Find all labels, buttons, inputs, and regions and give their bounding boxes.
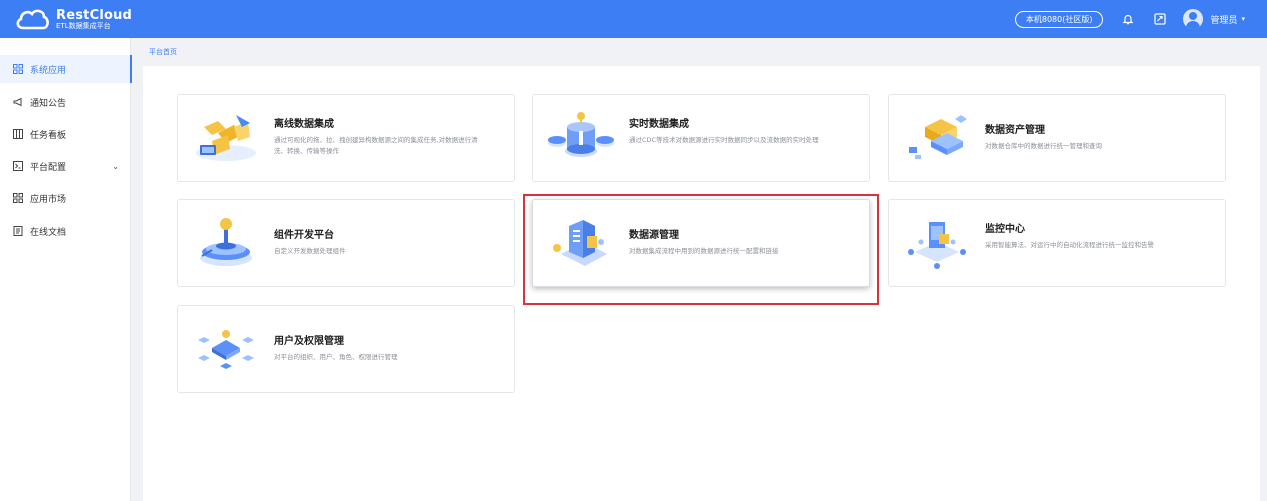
card-title: 实时数据集成: [629, 119, 689, 130]
breadcrumb[interactable]: 平台首页: [149, 47, 177, 57]
brand-subtitle: ETL数据集成平台: [56, 21, 111, 30]
brand-logo[interactable]: RestCloud ETL数据集成平台: [14, 7, 132, 31]
card-description: 采用智能算法、对运行中的自动化流程进行统一监控和告警: [985, 241, 1154, 249]
card-monitoring-center[interactable]: 监控中心 采用智能算法、对运行中的自动化流程进行统一监控和告警: [888, 199, 1226, 287]
card-title: 组件开发平台: [274, 230, 334, 241]
sidebar-item-platform-config[interactable]: 平台配置 ⌄: [0, 152, 131, 180]
card-data-asset-management[interactable]: 数据资产管理 对数据仓库中的数据进行统一管理和查询: [888, 94, 1226, 182]
offline-etl-illustration: [196, 115, 256, 161]
sidebar-item-label: 系统应用: [30, 65, 67, 76]
asset-illustration: [909, 115, 967, 159]
chevron-down-icon[interactable]: ▾: [1241, 15, 1245, 23]
sidebar-item-label: 通知公告: [30, 98, 67, 109]
sidebar-item-task-board[interactable]: 任务看板: [0, 120, 131, 148]
sidebar-item-online-docs[interactable]: 在线文档: [0, 217, 131, 245]
realtime-illustration: [548, 112, 614, 157]
component-illustration: [200, 218, 252, 266]
board-icon: [12, 128, 24, 140]
card-description: 对数据仓库中的数据进行统一管理和查询: [985, 142, 1102, 150]
permission-illustration: [198, 330, 254, 369]
card-title: 数据资产管理: [985, 125, 1045, 136]
highlight-box: [523, 194, 879, 305]
card-offline-integration[interactable]: 离线数据集成 通过可视化的拖、拉、拽创建异构数据源之间的集成任务,对数据进行清洗…: [177, 94, 515, 182]
card-description: 对平台的组织、用户、角色、权限进行管理: [274, 353, 398, 361]
config-icon: [12, 160, 24, 172]
share-icon[interactable]: [1153, 12, 1167, 26]
doc-icon: [12, 225, 24, 237]
avatar[interactable]: [1183, 9, 1204, 29]
version-badge[interactable]: 本机8080(社区版): [1014, 10, 1104, 28]
card-component-development[interactable]: 组件开发平台 自定义开发数据处理组件: [177, 199, 515, 287]
store-icon: [12, 192, 24, 204]
card-title: 监控中心: [985, 224, 1025, 235]
card-title: 离线数据集成: [274, 119, 334, 130]
card-description: 自定义开发数据处理组件: [274, 247, 346, 255]
brand-title: RestCloud: [56, 7, 133, 23]
sidebar-item-label: 应用市场: [30, 194, 67, 205]
user-name[interactable]: 管理员: [1210, 13, 1237, 26]
sidebar-item-label: 任务看板: [30, 130, 67, 141]
sidebar-item-label: 平台配置: [30, 162, 67, 173]
chevron-down-icon[interactable]: ⌄: [112, 162, 119, 171]
card-user-permission-management[interactable]: 用户及权限管理 对平台的组织、用户、角色、权限进行管理: [177, 305, 515, 393]
card-description: 通过可视化的拖、拉、拽创建异构数据源之间的集成任务,对数据进行清洗、转换、传输等…: [274, 136, 478, 155]
bell-icon[interactable]: [1121, 12, 1135, 26]
sidebar: 系统应用 通知公告 任务看板 平台配置 ⌄ 应用市场 在线文档: [0, 38, 132, 501]
megaphone-icon: [12, 96, 24, 108]
sidebar-item-notices[interactable]: 通知公告: [0, 88, 131, 116]
cloud-logo-icon: [16, 9, 49, 30]
sidebar-item-system-apps[interactable]: 系统应用: [0, 55, 132, 83]
sidebar-item-app-market[interactable]: 应用市场: [0, 184, 131, 212]
monitor-illustration: [908, 222, 966, 269]
sidebar-item-label: 在线文档: [30, 227, 67, 238]
card-description: 通过CDC等技术对数据源进行实时数据同步以及流数据的实时处理: [629, 136, 819, 144]
grid-icon: [12, 63, 24, 75]
card-title: 用户及权限管理: [274, 336, 344, 347]
top-header: RestCloud ETL数据集成平台 本机8080(社区版) 管理员 ▾: [0, 0, 1267, 38]
card-realtime-integration[interactable]: 实时数据集成 通过CDC等技术对数据源进行实时数据同步以及流数据的实时处理: [532, 94, 870, 182]
